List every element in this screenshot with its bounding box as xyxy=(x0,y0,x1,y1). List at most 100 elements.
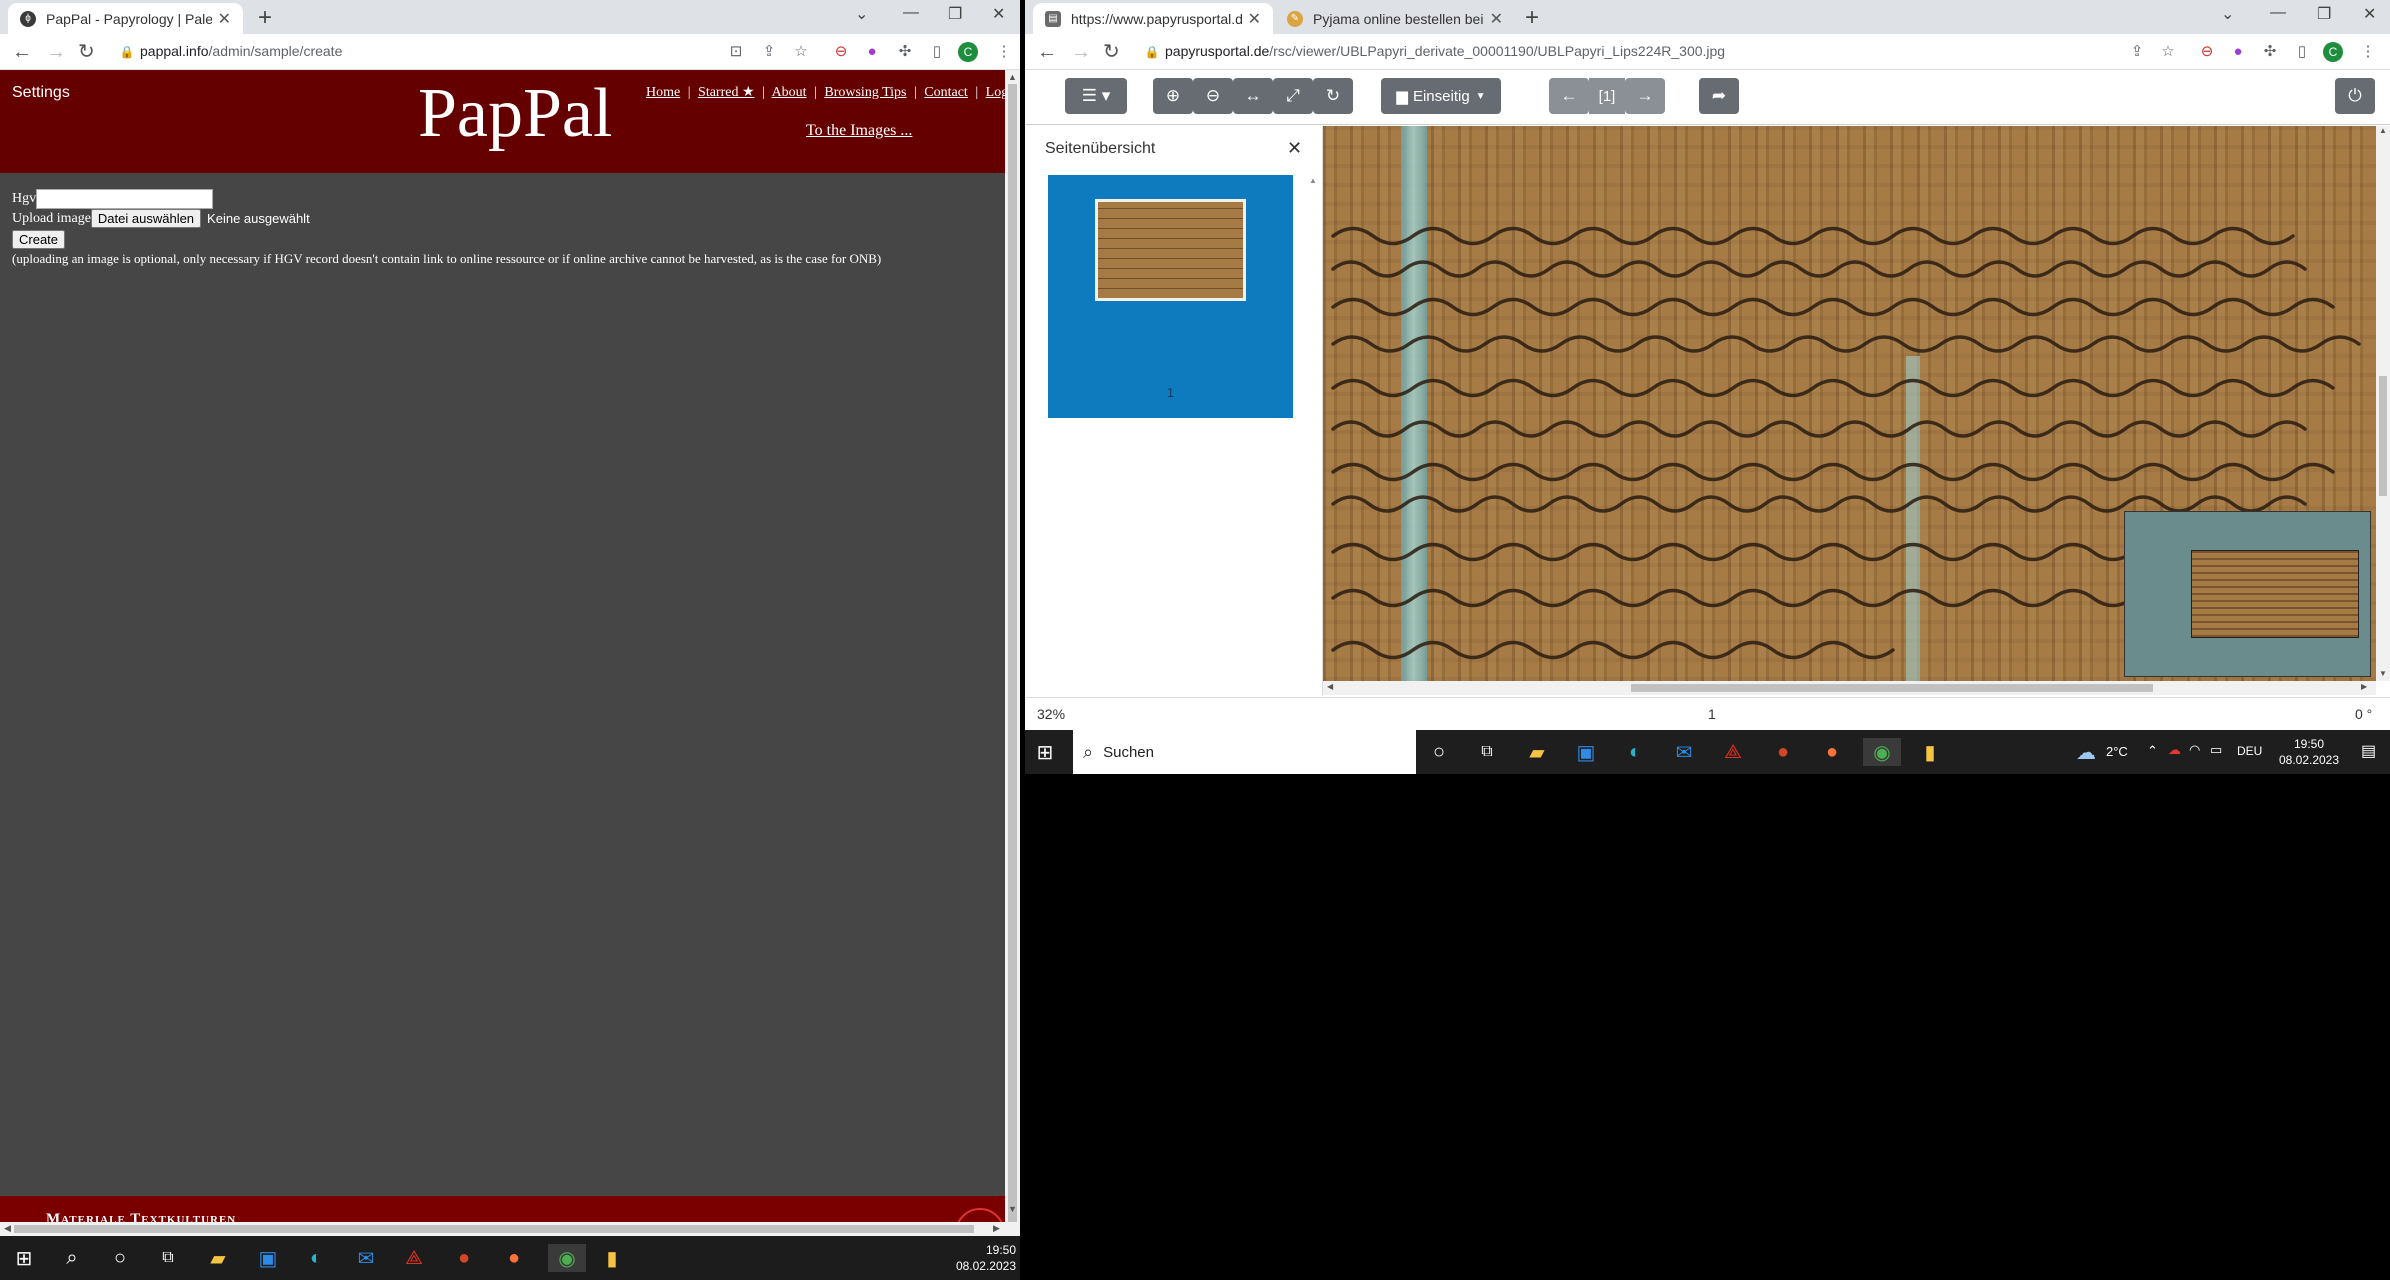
sticky-app-icon[interactable]: ▮ xyxy=(598,1244,626,1272)
share-icon[interactable]: ⇪ xyxy=(2128,43,2146,61)
tab-search-icon[interactable]: ⌄ xyxy=(855,4,868,24)
minimize-icon[interactable]: — xyxy=(903,4,919,22)
rotate-icon[interactable]: ↻ xyxy=(1313,78,1353,114)
bookmark-star-icon[interactable]: ☆ xyxy=(792,43,810,61)
restore-icon[interactable]: ❐ xyxy=(948,4,962,24)
to-images-link[interactable]: To the Images ... xyxy=(806,122,912,140)
power-icon[interactable]: ⏻ xyxy=(2335,78,2375,114)
overview-minimap[interactable] xyxy=(2124,511,2371,677)
minimap-viewport-frame[interactable] xyxy=(2191,550,2359,638)
sidebar-scrollbar[interactable]: ▲ xyxy=(1309,176,1321,691)
close-tab-icon[interactable]: ✕ xyxy=(1248,9,1261,29)
papyrus-image-viewport[interactable] xyxy=(1323,126,2376,681)
bookmark-star-icon[interactable]: ☆ xyxy=(2159,43,2177,61)
nav-home[interactable]: Home xyxy=(646,85,680,100)
forward-icon[interactable]: → xyxy=(46,40,66,64)
scroll-right-arrow[interactable]: ▶ xyxy=(2361,682,2367,691)
notification-icon[interactable]: ▤ xyxy=(2361,741,2376,761)
sidepanel-icon[interactable]: ▯ xyxy=(928,43,946,61)
wifi-icon[interactable]: ◠ xyxy=(2189,742,2200,758)
scroll-down-arrow[interactable]: ▼ xyxy=(1008,1204,1017,1214)
image-horizontal-scrollbar[interactable]: ◀ ▶ xyxy=(1323,681,2376,695)
profile-avatar[interactable]: C xyxy=(958,42,978,62)
firefox-icon[interactable]: ● xyxy=(1818,738,1846,766)
url-text[interactable]: papyrusportal.de/rsc/viewer/UBLPapyri_de… xyxy=(1165,43,1725,59)
page-indicator[interactable]: [1] xyxy=(1589,78,1625,114)
layout-select[interactable]: ▆ Einseitig ▼ xyxy=(1381,78,1501,114)
fit-width-icon[interactable]: ↔ xyxy=(1233,78,1273,114)
reload-icon[interactable]: ↻ xyxy=(1103,40,1120,64)
nav-starred[interactable]: Starred ★ xyxy=(698,85,754,100)
settings-link[interactable]: Settings xyxy=(12,84,70,102)
tray-app-icon[interactable]: ☁ xyxy=(2168,742,2181,758)
fit-page-icon[interactable]: ⤢ xyxy=(1273,78,1313,114)
minimize-icon[interactable]: — xyxy=(2270,4,2286,22)
share-arrow-icon[interactable]: ➦ xyxy=(1699,78,1739,114)
extensions-puzzle-icon[interactable]: ✣ xyxy=(2261,43,2279,61)
new-tab-button[interactable]: + xyxy=(258,4,272,32)
close-tab-icon[interactable]: ✕ xyxy=(1490,9,1503,29)
image-vertical-scrollbar[interactable]: ▲ ▼ xyxy=(2376,126,2390,681)
tab-tchibo[interactable]: ✎ Pyjama online bestellen bei Tchibo ✕ xyxy=(1275,3,1515,34)
scroll-down-arrow[interactable]: ▼ xyxy=(2379,669,2387,678)
translate-icon[interactable]: ⊡ xyxy=(727,43,745,61)
search-icon[interactable]: ⌕ xyxy=(58,1244,86,1272)
zoom-out-icon[interactable]: ⊖ xyxy=(1193,78,1233,114)
vertical-scrollbar[interactable]: ▲ ▼ xyxy=(1005,70,1020,1236)
scroll-up-arrow[interactable]: ▲ xyxy=(1008,72,1017,82)
tab-papyrusportal[interactable]: ▤ https://www.papyrusportal.de/rsc ✕ xyxy=(1033,3,1273,34)
store-icon[interactable]: ▣ xyxy=(254,1244,282,1272)
back-icon[interactable]: ← xyxy=(1037,40,1057,64)
menu-kebab-icon[interactable]: ⋮ xyxy=(995,43,1013,61)
acrobat-icon[interactable]: ⟁ xyxy=(1719,738,1747,766)
nav-contact[interactable]: Contact xyxy=(924,85,968,100)
windows-start-icon[interactable]: ⊞ xyxy=(1031,738,1059,766)
powerpoint-icon[interactable]: ● xyxy=(1769,738,1797,766)
mail-icon[interactable]: ✉ xyxy=(1670,738,1698,766)
windows-start-icon[interactable]: ⊞ xyxy=(10,1244,38,1272)
close-sidebar-icon[interactable]: ✕ xyxy=(1287,138,1302,159)
restore-icon[interactable]: ❐ xyxy=(2317,4,2331,24)
pappal-logo[interactable]: PapPal xyxy=(418,74,612,154)
scroll-left-arrow[interactable]: ◀ xyxy=(4,1223,11,1234)
new-tab-button[interactable]: + xyxy=(1525,4,1539,32)
close-window-icon[interactable]: ✕ xyxy=(2363,4,2376,24)
reload-icon[interactable]: ↻ xyxy=(78,40,95,64)
tab-pappal[interactable]: ϕ PapPal - Papyrology | Paleograph ✕ xyxy=(8,3,243,34)
image-vertical-thumb[interactable] xyxy=(2379,376,2387,496)
share-icon[interactable]: ⇪ xyxy=(760,43,778,61)
extensions-puzzle-icon[interactable]: ✣ xyxy=(896,43,914,61)
close-window-icon[interactable]: ✕ xyxy=(992,4,1005,24)
horizontal-scroll-thumb[interactable] xyxy=(14,1225,974,1233)
forward-icon[interactable]: → xyxy=(1071,40,1091,64)
image-horizontal-thumb[interactable] xyxy=(1631,684,2153,692)
hgv-input[interactable] xyxy=(36,189,214,209)
menu-kebab-icon[interactable]: ⋮ xyxy=(2359,43,2377,61)
extension-red-icon[interactable]: ⊖ xyxy=(2198,43,2216,61)
file-explorer-icon[interactable]: ▰ xyxy=(1523,738,1551,766)
cortana-icon[interactable]: ○ xyxy=(1425,738,1453,766)
speaker-icon[interactable]: ▭ xyxy=(2210,742,2222,758)
firefox-icon[interactable]: ● xyxy=(500,1244,528,1272)
sidepanel-icon[interactable]: ▯ xyxy=(2293,43,2311,61)
previous-page-icon[interactable]: ← xyxy=(1549,78,1589,114)
url-text[interactable]: pappal.info/admin/sample/create xyxy=(140,43,342,59)
sidebar-scroll-up[interactable]: ▲ xyxy=(1309,176,1321,185)
cortana-icon[interactable]: ○ xyxy=(106,1244,134,1272)
horizontal-scrollbar[interactable]: ◀ ▶ xyxy=(0,1222,1005,1236)
extension-purple-icon[interactable]: ● xyxy=(863,43,881,61)
viewer-menu-button[interactable]: ☰ ▾ xyxy=(1065,78,1127,114)
task-view-icon[interactable]: ⧉ xyxy=(1473,738,1501,766)
back-icon[interactable]: ← xyxy=(12,40,32,64)
scroll-right-arrow[interactable]: ▶ xyxy=(993,1223,1000,1234)
mail-icon[interactable]: ✉ xyxy=(352,1244,380,1272)
chrome-icon[interactable]: ◉ xyxy=(548,1244,586,1272)
sticky-app-icon[interactable]: ▮ xyxy=(1916,738,1944,766)
next-page-icon[interactable]: → xyxy=(1625,78,1665,114)
edge-icon[interactable]: ◐ xyxy=(302,1244,330,1272)
nav-about[interactable]: About xyxy=(772,85,807,100)
nav-browsing-tips[interactable]: Browsing Tips xyxy=(824,85,906,100)
scroll-up-arrow[interactable]: ▲ xyxy=(2379,126,2387,135)
store-icon[interactable]: ▣ xyxy=(1572,738,1600,766)
file-explorer-icon[interactable]: ▰ xyxy=(204,1244,232,1272)
